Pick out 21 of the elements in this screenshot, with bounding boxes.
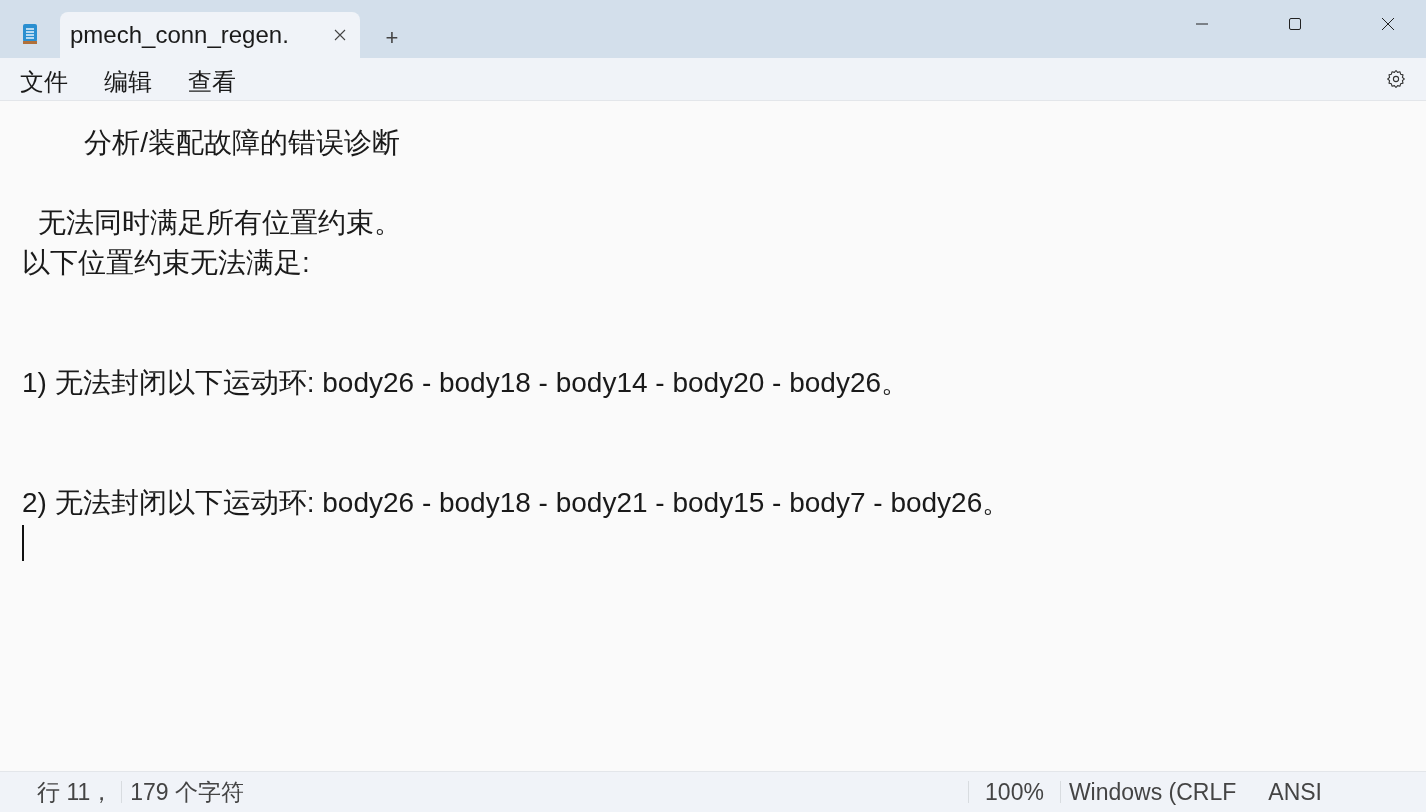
text-line: 2) 无法封闭以下运动环: body26 - body18 - body21 - body15 - body7 - body26。 — [22, 486, 1011, 520]
notepad-icon — [22, 23, 38, 45]
file-tab[interactable]: pmech_conn_regen. — [60, 12, 360, 58]
menu-item[interactable]: 查看 — [188, 60, 236, 98]
menu-item[interactable]: 编辑 — [104, 60, 152, 98]
close-icon[interactable] — [334, 29, 346, 41]
zoom-level: 100% — [985, 778, 1044, 806]
text-cursor — [22, 525, 24, 561]
line-ending: Windows (CRLF — [1068, 778, 1237, 806]
cursor-position: 行 11， — [37, 777, 114, 807]
maximize-icon[interactable] — [1287, 16, 1303, 32]
encoding: ANSI — [1268, 778, 1322, 806]
character-count: 179 个字符 — [130, 777, 245, 807]
text-line: 无法同时满足所有位置约束。 — [36, 206, 402, 240]
new-tab-button[interactable]: + — [370, 18, 414, 58]
text-line: 以下位置约束无法满足: — [22, 246, 310, 280]
settings-icon[interactable] — [1386, 69, 1406, 89]
close-icon[interactable] — [1380, 16, 1396, 32]
text-line: 1) 无法封闭以下运动环: body26 - body18 - body14 - body20 - body26。 — [22, 366, 910, 400]
menu-item[interactable]: 文件 — [20, 60, 68, 98]
text-line: 分析/装配故障的错误诊断 — [83, 126, 400, 160]
